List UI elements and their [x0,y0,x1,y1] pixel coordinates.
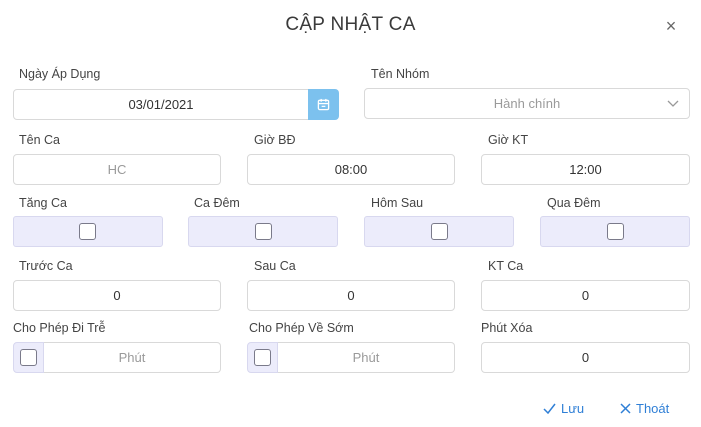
qua-dem-checkbox[interactable] [607,223,624,240]
qua-dem-label: Qua Đêm [547,196,601,210]
ten-nhom-value: Hành chính [493,96,561,111]
tang-ca-checkbox[interactable] [79,223,96,240]
ten-ca-input[interactable]: HC [13,154,221,185]
hom-sau-label: Hôm Sau [371,196,424,210]
gio-bd-input[interactable]: 08:00 [247,154,455,185]
ten-nhom-select[interactable]: Hành chính [364,88,690,119]
close-icon [620,403,631,414]
gio-kt-label: Giờ KT [488,133,529,147]
phut-xoa-label: Phút Xóa [481,321,533,335]
exit-label: Thoát [636,401,670,416]
save-label: Lưu [561,401,585,416]
save-button[interactable]: Lưu [543,401,584,416]
gio-kt-input[interactable]: 12:00 [481,154,690,185]
kt-ca-input[interactable]: 0 [481,280,690,311]
cho-phep-ve-som-checkbox[interactable] [254,349,271,366]
gio-bd-label: Giờ BĐ [254,133,296,147]
ten-ca-label: Tên Ca [19,133,60,147]
ngay-ap-dung-label: Ngày Áp Dụng [19,67,101,81]
dialog-title: CẬP NHẬT CA [285,14,416,35]
cho-phep-ve-som-label: Cho Phép Về Sớm [249,321,354,335]
ca-dem-label: Ca Đêm [194,196,240,210]
hom-sau-checkbox[interactable] [431,223,448,240]
exit-button[interactable]: Thoát [620,401,669,416]
close-icon[interactable]: × [660,15,682,37]
truoc-ca-label: Trước Ca [19,259,73,273]
ngay-ap-dung-input[interactable]: 03/01/2021 [13,89,309,120]
sau-ca-label: Sau Ca [254,259,296,273]
kt-ca-label: KT Ca [488,259,524,273]
calendar-button[interactable] [308,89,339,120]
check-icon [543,403,556,414]
sau-ca-input[interactable]: 0 [247,280,455,311]
ten-nhom-label: Tên Nhóm [371,67,430,81]
phut-xoa-input[interactable]: 0 [481,342,690,373]
cho-phep-di-tre-checkbox[interactable] [20,349,37,366]
calendar-icon [317,98,330,111]
cho-phep-di-tre-input[interactable]: Phút [44,342,221,373]
tang-ca-label: Tăng Ca [19,196,67,210]
ca-dem-checkbox[interactable] [255,223,272,240]
cho-phep-di-tre-label: Cho Phép Đi Trễ [13,321,106,335]
truoc-ca-input[interactable]: 0 [13,280,221,311]
chevron-down-icon [667,89,679,128]
cho-phep-ve-som-input[interactable]: Phút [278,342,455,373]
